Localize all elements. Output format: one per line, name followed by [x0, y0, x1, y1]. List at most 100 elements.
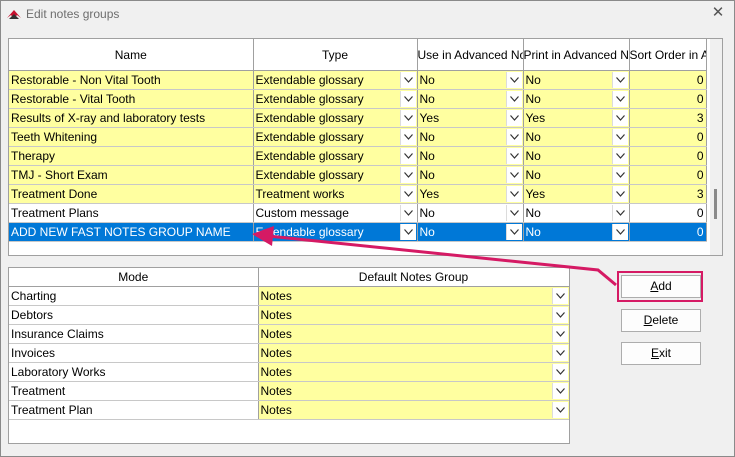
group-name-cell[interactable]: TMJ - Short Exam: [9, 165, 254, 185]
type-dropdown[interactable]: Extendable glossary: [253, 165, 418, 185]
chevron-down-icon[interactable]: [611, 224, 628, 240]
mode-row[interactable]: Treatment Notes: [9, 381, 569, 401]
chevron-down-icon[interactable]: [611, 91, 628, 107]
use-in-advanced-dropdown[interactable]: No: [417, 70, 524, 90]
notes-group-row[interactable]: Treatment Done Treatment works Yes Yes 3: [9, 184, 707, 204]
mode-default-group-grid[interactable]: Mode Default Notes Group Charting Notes Deb…: [8, 267, 570, 444]
column-header[interactable]: Use in Advanced Notes: [417, 39, 524, 71]
group-name-cell[interactable]: Restorable - Vital Tooth: [9, 89, 254, 109]
use-in-advanced-dropdown[interactable]: No: [417, 165, 524, 185]
chevron-down-icon[interactable]: [399, 224, 416, 240]
sort-order-cell[interactable]: 0: [629, 89, 707, 109]
mode-row[interactable]: Insurance Claims Notes: [9, 324, 569, 344]
column-header[interactable]: Sort Order in Adv. Notes: [629, 39, 707, 71]
group-name-cell[interactable]: Restorable - Non Vital Tooth: [9, 70, 254, 90]
delete-button[interactable]: Delete: [621, 309, 701, 332]
chevron-down-icon[interactable]: [611, 110, 628, 126]
print-in-advanced-dropdown[interactable]: Yes: [523, 184, 630, 204]
print-in-advanced-dropdown[interactable]: No: [523, 70, 630, 90]
chevron-down-icon[interactable]: [611, 148, 628, 164]
use-in-advanced-dropdown[interactable]: No: [417, 89, 524, 109]
sort-order-cell[interactable]: 0: [629, 146, 707, 166]
chevron-down-icon[interactable]: [399, 205, 416, 221]
chevron-down-icon[interactable]: [505, 110, 522, 126]
column-header[interactable]: Type: [253, 39, 418, 71]
chevron-down-icon[interactable]: [505, 205, 522, 221]
chevron-down-icon[interactable]: [505, 224, 522, 240]
type-dropdown[interactable]: Extendable glossary: [253, 222, 418, 242]
use-in-advanced-dropdown[interactable]: No: [417, 146, 524, 166]
use-in-advanced-dropdown[interactable]: No: [417, 203, 524, 223]
mode-row[interactable]: Debtors Notes: [9, 305, 569, 325]
chevron-down-icon[interactable]: [505, 148, 522, 164]
group-name-cell[interactable]: Teeth Whitening: [9, 127, 254, 147]
close-button[interactable]: ✕: [706, 3, 730, 23]
chevron-down-icon[interactable]: [399, 129, 416, 145]
chevron-down-icon[interactable]: [505, 167, 522, 183]
mode-row[interactable]: Charting Notes: [9, 286, 569, 306]
chevron-down-icon[interactable]: [551, 307, 568, 323]
default-notes-group-dropdown[interactable]: Notes: [258, 324, 569, 344]
mode-row[interactable]: Laboratory Works Notes: [9, 362, 569, 382]
chevron-down-icon[interactable]: [611, 186, 628, 202]
chevron-down-icon[interactable]: [551, 402, 568, 418]
default-notes-group-dropdown[interactable]: Notes: [258, 343, 569, 363]
chevron-down-icon[interactable]: [505, 91, 522, 107]
chevron-down-icon[interactable]: [399, 148, 416, 164]
chevron-down-icon[interactable]: [505, 129, 522, 145]
type-dropdown[interactable]: Treatment works: [253, 184, 418, 204]
use-in-advanced-dropdown[interactable]: No: [417, 222, 524, 242]
type-dropdown[interactable]: Extendable glossary: [253, 70, 418, 90]
chevron-down-icon[interactable]: [399, 91, 416, 107]
type-dropdown[interactable]: Extendable glossary: [253, 146, 418, 166]
notes-group-row[interactable]: Therapy Extendable glossary No No 0: [9, 146, 707, 166]
group-name-cell[interactable]: Therapy: [9, 146, 254, 166]
print-in-advanced-dropdown[interactable]: Yes: [523, 108, 630, 128]
print-in-advanced-dropdown[interactable]: No: [523, 146, 630, 166]
sort-order-cell[interactable]: 3: [629, 184, 707, 204]
default-notes-group-dropdown[interactable]: Notes: [258, 400, 569, 420]
chevron-down-icon[interactable]: [611, 72, 628, 88]
type-dropdown[interactable]: Custom message: [253, 203, 418, 223]
chevron-down-icon[interactable]: [399, 72, 416, 88]
notes-group-row[interactable]: Teeth Whitening Extendable glossary No No 0: [9, 127, 707, 147]
type-dropdown[interactable]: Extendable glossary: [253, 89, 418, 109]
group-name-cell[interactable]: Results of X-ray and laboratory tests: [9, 108, 254, 128]
chevron-down-icon[interactable]: [611, 129, 628, 145]
group-name-cell[interactable]: Treatment Plans: [9, 203, 254, 223]
chevron-down-icon[interactable]: [551, 326, 568, 342]
column-header[interactable]: Name: [9, 39, 254, 71]
default-notes-group-dropdown[interactable]: Notes: [258, 362, 569, 382]
default-notes-group-dropdown[interactable]: Notes: [258, 381, 569, 401]
chevron-down-icon[interactable]: [505, 72, 522, 88]
chevron-down-icon[interactable]: [611, 205, 628, 221]
use-in-advanced-dropdown[interactable]: Yes: [417, 108, 524, 128]
notes-group-row[interactable]: TMJ - Short Exam Extendable glossary No No 0: [9, 165, 707, 185]
column-header[interactable]: Print in Advanced Notes: [523, 39, 630, 71]
chevron-down-icon[interactable]: [551, 345, 568, 361]
chevron-down-icon[interactable]: [399, 167, 416, 183]
chevron-down-icon[interactable]: [551, 364, 568, 380]
print-in-advanced-dropdown[interactable]: No: [523, 203, 630, 223]
print-in-advanced-dropdown[interactable]: No: [523, 89, 630, 109]
chevron-down-icon[interactable]: [611, 167, 628, 183]
exit-button[interactable]: Exit: [621, 342, 701, 365]
chevron-down-icon[interactable]: [399, 186, 416, 202]
column-header[interactable]: Mode: [9, 268, 259, 287]
type-dropdown[interactable]: Extendable glossary: [253, 127, 418, 147]
notes-group-row[interactable]: Results of X-ray and laboratory tests Ext…: [9, 108, 707, 128]
print-in-advanced-dropdown[interactable]: No: [523, 222, 630, 242]
notes-group-row[interactable]: Treatment Plans Custom message No No 0: [9, 203, 707, 223]
print-in-advanced-dropdown[interactable]: No: [523, 127, 630, 147]
group-name-cell[interactable]: Treatment Done: [9, 184, 254, 204]
sort-order-cell[interactable]: 0: [629, 222, 707, 242]
group-name-cell[interactable]: ADD NEW FAST NOTES GROUP NAME: [9, 222, 254, 242]
notes-group-row[interactable]: Restorable - Vital Tooth Extendable gloss…: [9, 89, 707, 109]
column-header[interactable]: Default Notes Group: [258, 268, 569, 287]
chevron-down-icon[interactable]: [505, 186, 522, 202]
scroll-thumb[interactable]: [714, 189, 717, 219]
default-notes-group-dropdown[interactable]: Notes: [258, 286, 569, 306]
notes-groups-grid[interactable]: NameTypeUse in Advanced NotesPrint in Ad…: [8, 38, 723, 256]
use-in-advanced-dropdown[interactable]: Yes: [417, 184, 524, 204]
sort-order-cell[interactable]: 0: [629, 70, 707, 90]
